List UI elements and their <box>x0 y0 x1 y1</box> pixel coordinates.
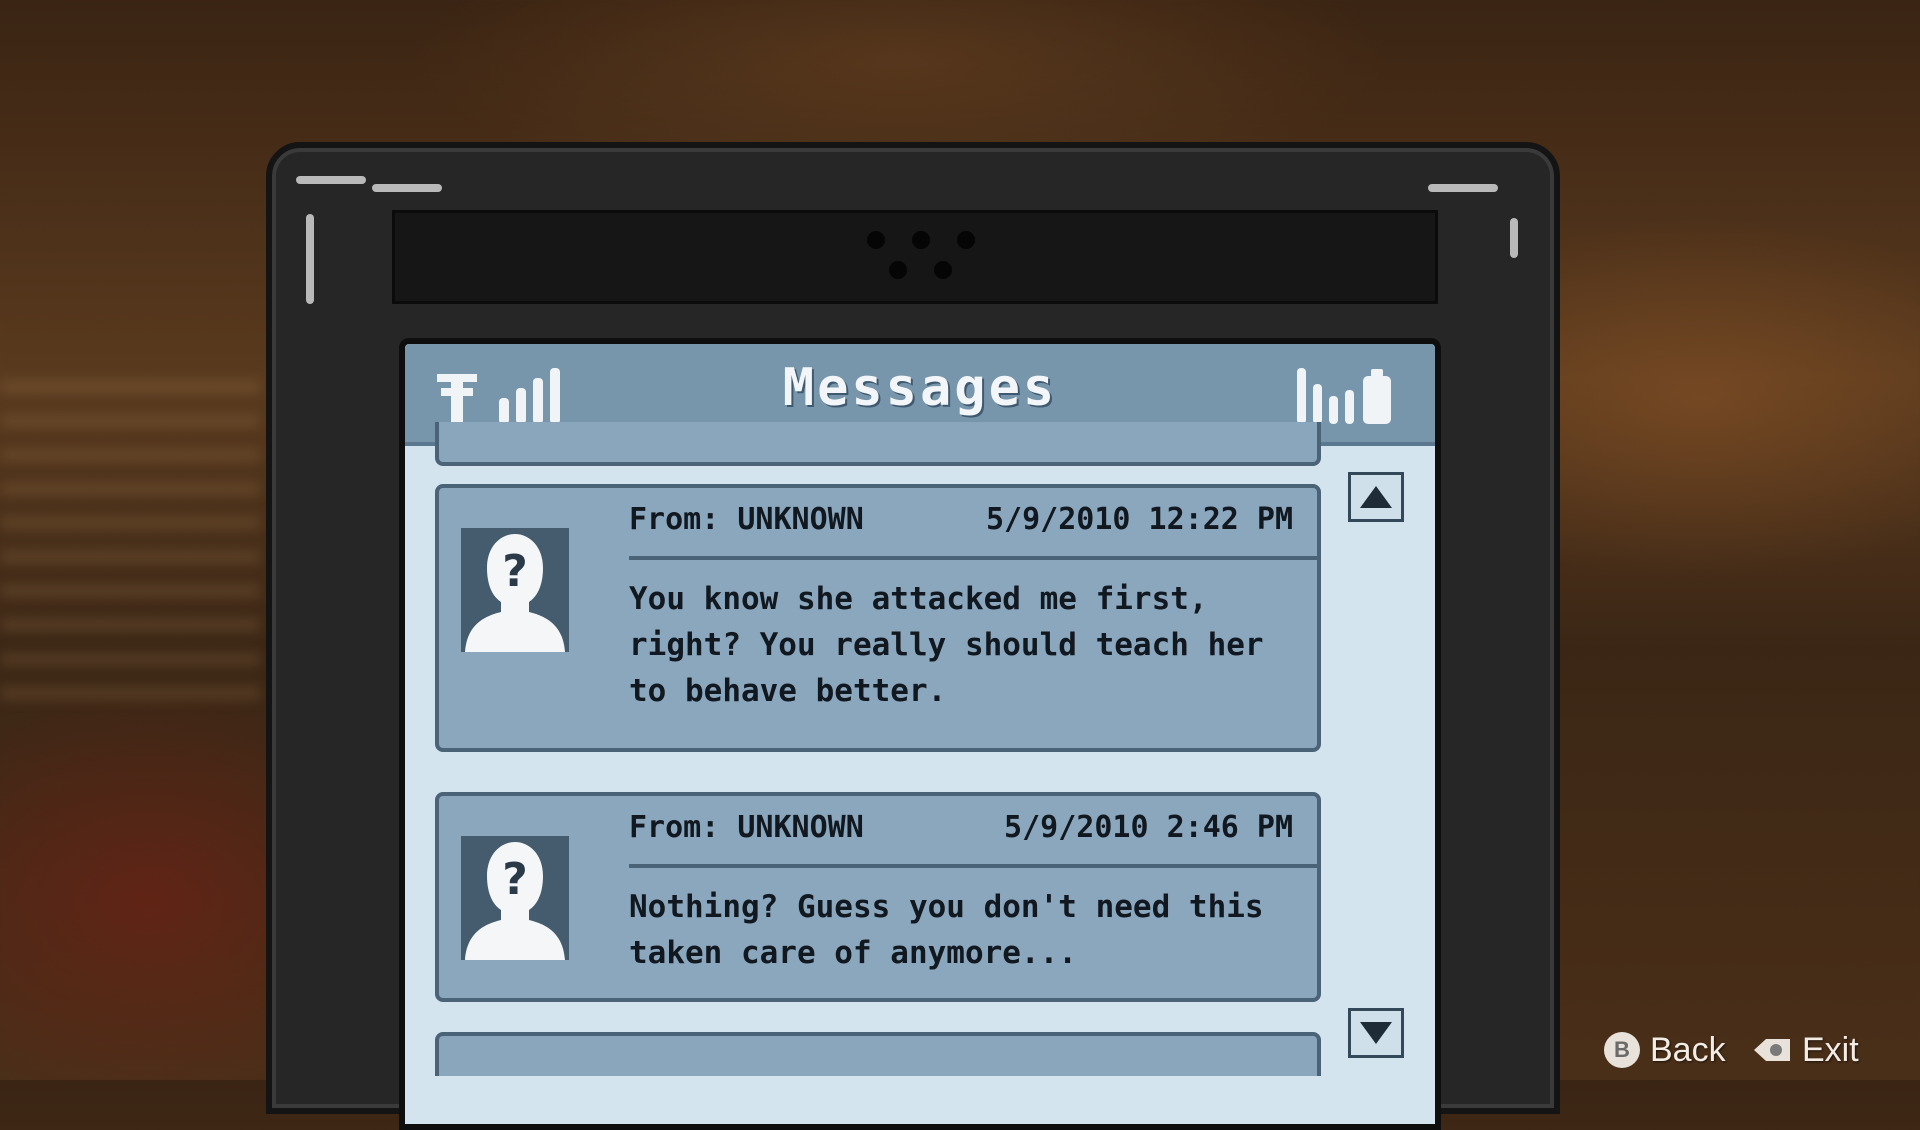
speaker-grille-icon <box>867 231 977 291</box>
message-header: From: UNKNOWN 5/9/2010 2:46 PM <box>629 796 1317 868</box>
bezel-highlight <box>372 184 442 192</box>
unknown-contact-icon: ? <box>461 528 569 652</box>
b-button-icon: B <box>1604 1032 1640 1068</box>
exit-label: Exit <box>1802 1030 1859 1069</box>
message-header: From: UNKNOWN 5/9/2010 12:22 PM <box>629 488 1317 560</box>
message-timestamp: 5/9/2010 12:22 PM <box>985 502 1293 537</box>
message-body: Nothing? Guess you don't need this taken… <box>629 889 1264 971</box>
exit-button-icon <box>1754 1039 1790 1061</box>
phone-screen: Messages ? From: UNKNOWN 5/9/2010 12:22 … <box>399 338 1441 1130</box>
svg-text:?: ? <box>502 854 528 905</box>
next-message-edge[interactable] <box>435 1032 1321 1076</box>
back-label: Back <box>1650 1030 1726 1069</box>
background-blur <box>0 380 260 700</box>
message-timestamp: 5/9/2010 2:46 PM <box>1004 810 1293 845</box>
message-sender: From: UNKNOWN <box>629 502 864 537</box>
screen-title: Messages <box>782 358 1058 418</box>
message-list[interactable]: ? From: UNKNOWN 5/9/2010 12:22 PM You kn… <box>435 422 1325 1122</box>
battery-icon <box>1297 368 1391 424</box>
back-prompt[interactable]: B Back <box>1604 1028 1726 1072</box>
bezel-highlight <box>306 214 314 304</box>
message-item[interactable]: ? From: UNKNOWN 5/9/2010 2:46 PM Nothing… <box>435 792 1321 1002</box>
earpiece-bar <box>392 210 1438 304</box>
bezel-highlight <box>1428 184 1498 192</box>
message-body: You know she attacked me first, right? Y… <box>629 581 1264 709</box>
previous-message-edge[interactable] <box>435 422 1321 466</box>
scroll-down-button[interactable] <box>1348 1008 1404 1058</box>
phone-device: Messages ? From: UNKNOWN 5/9/2010 12:22 … <box>266 142 1560 1130</box>
scroll-down-icon <box>1360 1022 1392 1044</box>
bezel-highlight <box>296 176 366 184</box>
message-sender: From: UNKNOWN <box>629 810 864 845</box>
scroll-up-icon <box>1360 486 1392 508</box>
exit-prompt[interactable]: Exit <box>1752 1028 1859 1072</box>
bezel-highlight <box>1510 218 1518 258</box>
svg-text:?: ? <box>502 546 528 597</box>
scroll-up-button[interactable] <box>1348 472 1404 522</box>
unknown-contact-icon: ? <box>461 836 569 960</box>
message-item[interactable]: ? From: UNKNOWN 5/9/2010 12:22 PM You kn… <box>435 484 1321 752</box>
